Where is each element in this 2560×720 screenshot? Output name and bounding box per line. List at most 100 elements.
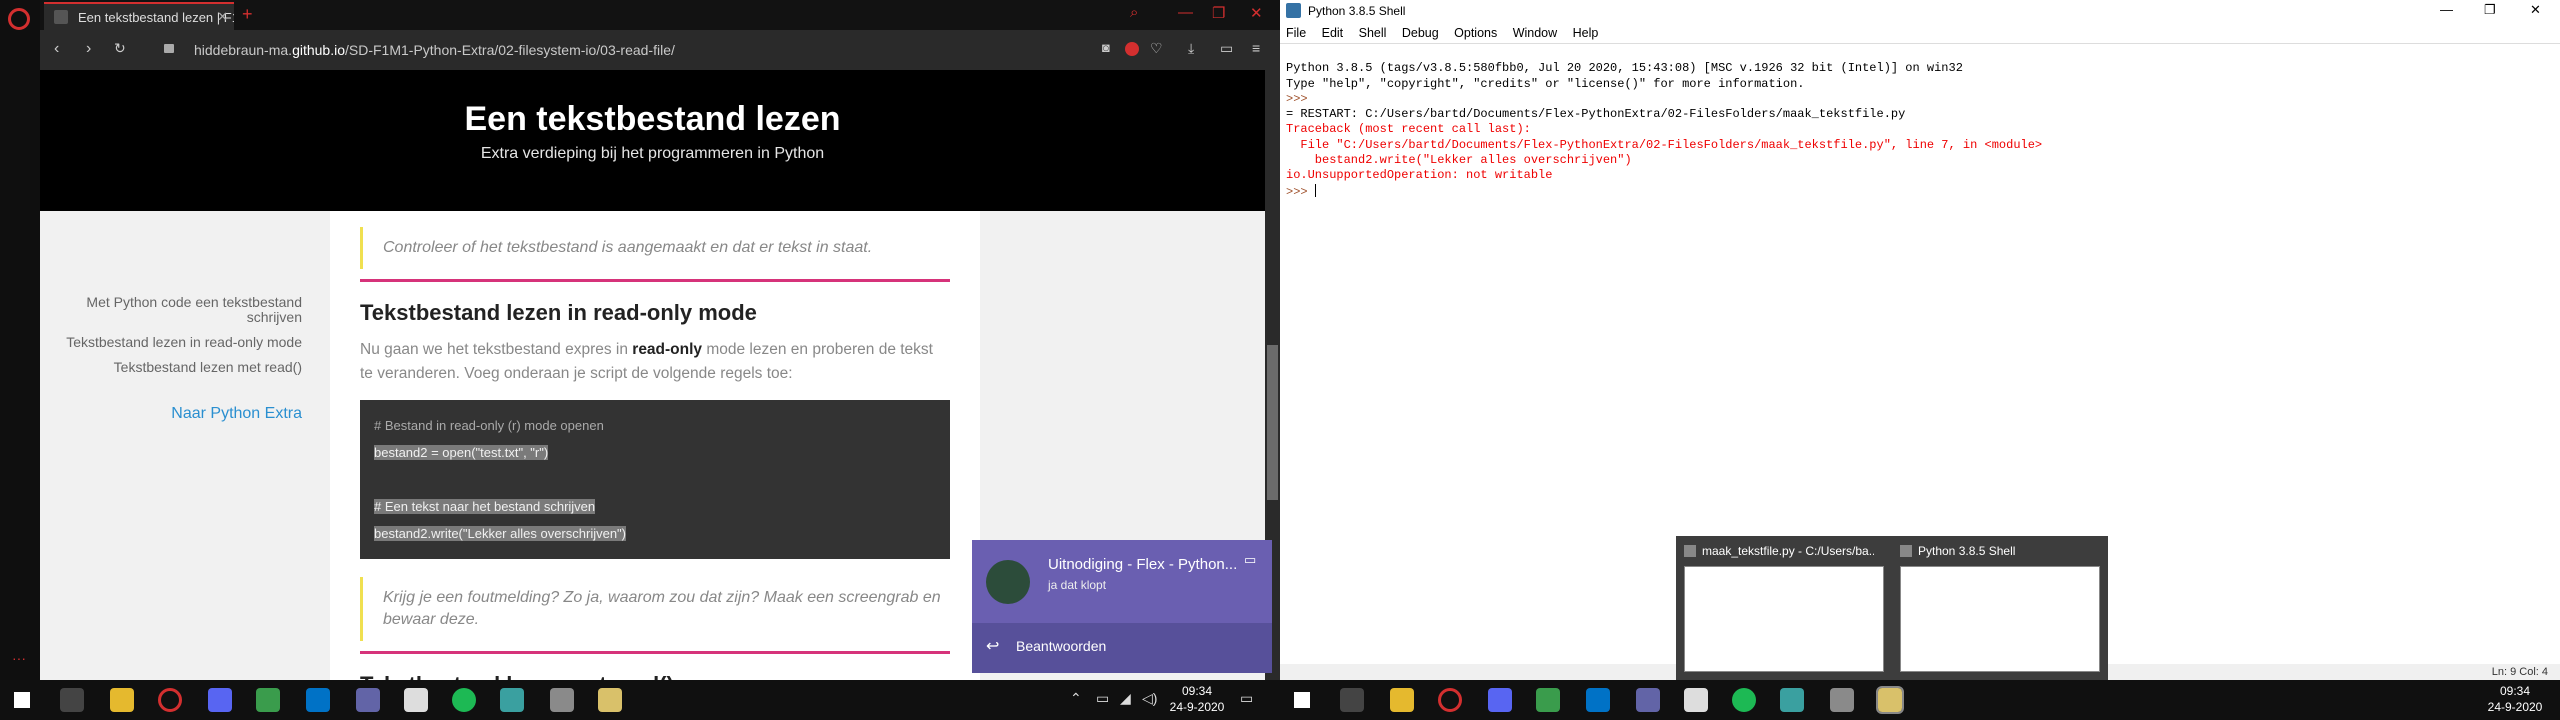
favicon-icon <box>54 10 68 24</box>
python-icon <box>1286 3 1301 18</box>
idle-icon[interactable] <box>598 688 622 712</box>
forward-icon[interactable]: › <box>86 40 91 58</box>
file-explorer-icon[interactable] <box>1390 688 1414 712</box>
shell-input-line[interactable]: >>> <box>1286 183 2546 200</box>
clock[interactable]: 09:34 24-9-2020 <box>2480 683 2550 715</box>
code-line-text: # Een tekst naar het bestand schrijven <box>374 499 596 514</box>
menu-debug[interactable]: Debug <box>1396 22 1444 40</box>
clock-date: 24-9-2020 <box>2487 700 2543 714</box>
preview-title-text: Python 3.8.5 Shell <box>1918 544 2016 558</box>
shell-error-line: File "C:/Users/bartd/Documents/Flex-Pyth… <box>1286 137 2043 152</box>
outlook-icon[interactable] <box>1586 688 1610 712</box>
app-icon-4[interactable] <box>550 688 574 712</box>
teams-notification[interactable]: Uitnodiging - Flex - Python... ja dat kl… <box>972 540 1272 673</box>
avatar <box>986 560 1030 604</box>
sidebar-item-readonly[interactable]: Tekstbestand lezen in read-only mode <box>40 335 302 350</box>
menu-icon[interactable]: ≡ <box>1252 40 1260 56</box>
page-title: Een tekstbestand lezen <box>464 100 841 138</box>
network-icon[interactable]: ◢ <box>1120 690 1131 707</box>
divider <box>360 279 950 282</box>
reply-button[interactable]: Beantwoorden <box>972 623 1272 673</box>
menu-file[interactable]: File <box>1280 22 1311 40</box>
paragraph-readonly: Nu gaan we het tekstbestand expres in re… <box>360 338 950 386</box>
sidebar-item-read[interactable]: Tekstbestand lezen met read() <box>40 360 302 375</box>
battery-icon[interactable]: ▭ <box>1220 40 1233 57</box>
python-icon <box>1900 545 1912 557</box>
task-view-icon[interactable] <box>60 688 84 712</box>
window-title: Python 3.8.5 Shell <box>1308 4 1406 18</box>
app-icon-3[interactable] <box>1780 688 1804 712</box>
scrollbar-thumb[interactable] <box>1267 345 1278 500</box>
idle-file-icon <box>1684 545 1696 557</box>
tab-close-icon[interactable]: ✕ <box>217 9 228 25</box>
camera-icon[interactable]: ◙ <box>1102 40 1110 55</box>
preview-editor[interactable]: maak_tekstfile.py - C:/Users/ba... <box>1676 536 1892 680</box>
search-tabs-icon[interactable]: ⌕ <box>1130 4 1138 21</box>
clock[interactable]: 09:34 24-9-2020 <box>1162 683 1232 715</box>
back-icon[interactable]: ‹ <box>54 40 59 58</box>
code-line: bestand2.write("Lekker alles overschrijv… <box>374 520 936 547</box>
windows-start-icon[interactable] <box>14 692 30 708</box>
app-icon-4[interactable] <box>1830 688 1854 712</box>
preview-title-text: maak_tekstfile.py - C:/Users/ba... <box>1702 544 1874 558</box>
download-icon[interactable]: ⤓ <box>1188 40 1194 57</box>
app-icon-2[interactable] <box>404 688 428 712</box>
minimize-icon[interactable]: — <box>1178 4 1193 21</box>
opera-sidebar: ··· <box>0 0 40 680</box>
windows-start-icon[interactable] <box>1294 692 1310 708</box>
back-to-python-extra-link[interactable]: Naar Python Extra <box>40 405 302 423</box>
app-icon-2[interactable] <box>1684 688 1708 712</box>
opera-logo-icon[interactable] <box>8 8 30 30</box>
new-tab-icon[interactable]: + <box>242 4 253 25</box>
close-icon[interactable]: ✕ <box>1250 4 1263 22</box>
outlook-icon[interactable] <box>306 688 330 712</box>
app-icon[interactable] <box>1536 688 1560 712</box>
address-bar: ‹ › ↻ hiddebraun-ma.github.io/SD-F1M1-Py… <box>40 30 1280 70</box>
code-block[interactable]: # Bestand in read-only (r) mode openen b… <box>360 400 950 559</box>
menu-help[interactable]: Help <box>1567 22 1604 40</box>
maximize-icon[interactable]: ❐ <box>2484 2 2496 18</box>
page-subtitle: Extra verdieping bij het programmeren in… <box>480 145 825 162</box>
shell-error-line: bestand2.write("Lekker alles overschrijv… <box>1286 153 1632 168</box>
app-icon-3[interactable] <box>500 688 524 712</box>
more-icon[interactable]: ··· <box>12 650 26 666</box>
code-line: # Een tekst naar het bestand schrijven <box>374 493 936 520</box>
right-monitor: Python 3.8.5 Shell — ❐ ✕ File Edit Shell… <box>1280 0 2560 720</box>
url-field[interactable]: hiddebraun-ma.github.io/SD-F1M1-Python-E… <box>194 42 675 58</box>
volume-icon[interactable]: ◁) <box>1142 690 1157 707</box>
preview-title: Python 3.8.5 Shell <box>1900 544 2090 558</box>
menu-options[interactable]: Options <box>1448 22 1502 40</box>
file-explorer-icon[interactable] <box>110 688 134 712</box>
browser-tab[interactable]: Een tekstbestand lezen | F1 ✕ <box>44 2 234 30</box>
clock-time: 09:34 <box>2499 684 2531 698</box>
preview-thumbnail <box>1900 566 2100 672</box>
menu-edit[interactable]: Edit <box>1316 22 1349 40</box>
tray-chevron-icon[interactable]: ⌃ <box>1070 690 1082 707</box>
sidebar-item-write[interactable]: Met Python code een tekstbestand schrijv… <box>40 295 302 325</box>
opera-icon[interactable] <box>1438 688 1462 712</box>
menu-window[interactable]: Window <box>1507 22 1562 40</box>
left-monitor: ··· Een tekstbestand lezen | F1 ✕ + ⌕ — … <box>0 0 1280 720</box>
heart-icon[interactable]: ♡ <box>1150 40 1163 57</box>
teams-icon[interactable] <box>1636 688 1660 712</box>
shell-error-line: io.UnsupportedOperation: not writable <box>1286 168 1553 183</box>
task-view-icon[interactable] <box>1340 688 1364 712</box>
maximize-icon[interactable]: ❐ <box>1212 4 1225 22</box>
idle-icon[interactable] <box>1876 686 1904 714</box>
adblock-icon[interactable] <box>1125 42 1139 56</box>
minimize-icon[interactable]: — <box>2440 2 2453 17</box>
close-icon[interactable]: ✕ <box>2530 2 2541 18</box>
spotify-icon[interactable] <box>1732 688 1756 712</box>
opera-icon[interactable] <box>158 688 182 712</box>
discord-icon[interactable] <box>208 688 232 712</box>
notification-center-icon[interactable]: ▭ <box>1240 690 1253 707</box>
url-prefix: hiddebraun-ma. <box>194 42 293 58</box>
app-icon[interactable] <box>256 688 280 712</box>
menu-shell[interactable]: Shell <box>1353 22 1392 40</box>
teams-icon[interactable] <box>356 688 380 712</box>
chat-icon: ▭ <box>1244 552 1257 567</box>
preview-shell[interactable]: Python 3.8.5 Shell <box>1892 536 2108 680</box>
spotify-icon[interactable] <box>452 688 476 712</box>
discord-icon[interactable] <box>1488 688 1512 712</box>
reload-icon[interactable]: ↻ <box>114 40 126 57</box>
